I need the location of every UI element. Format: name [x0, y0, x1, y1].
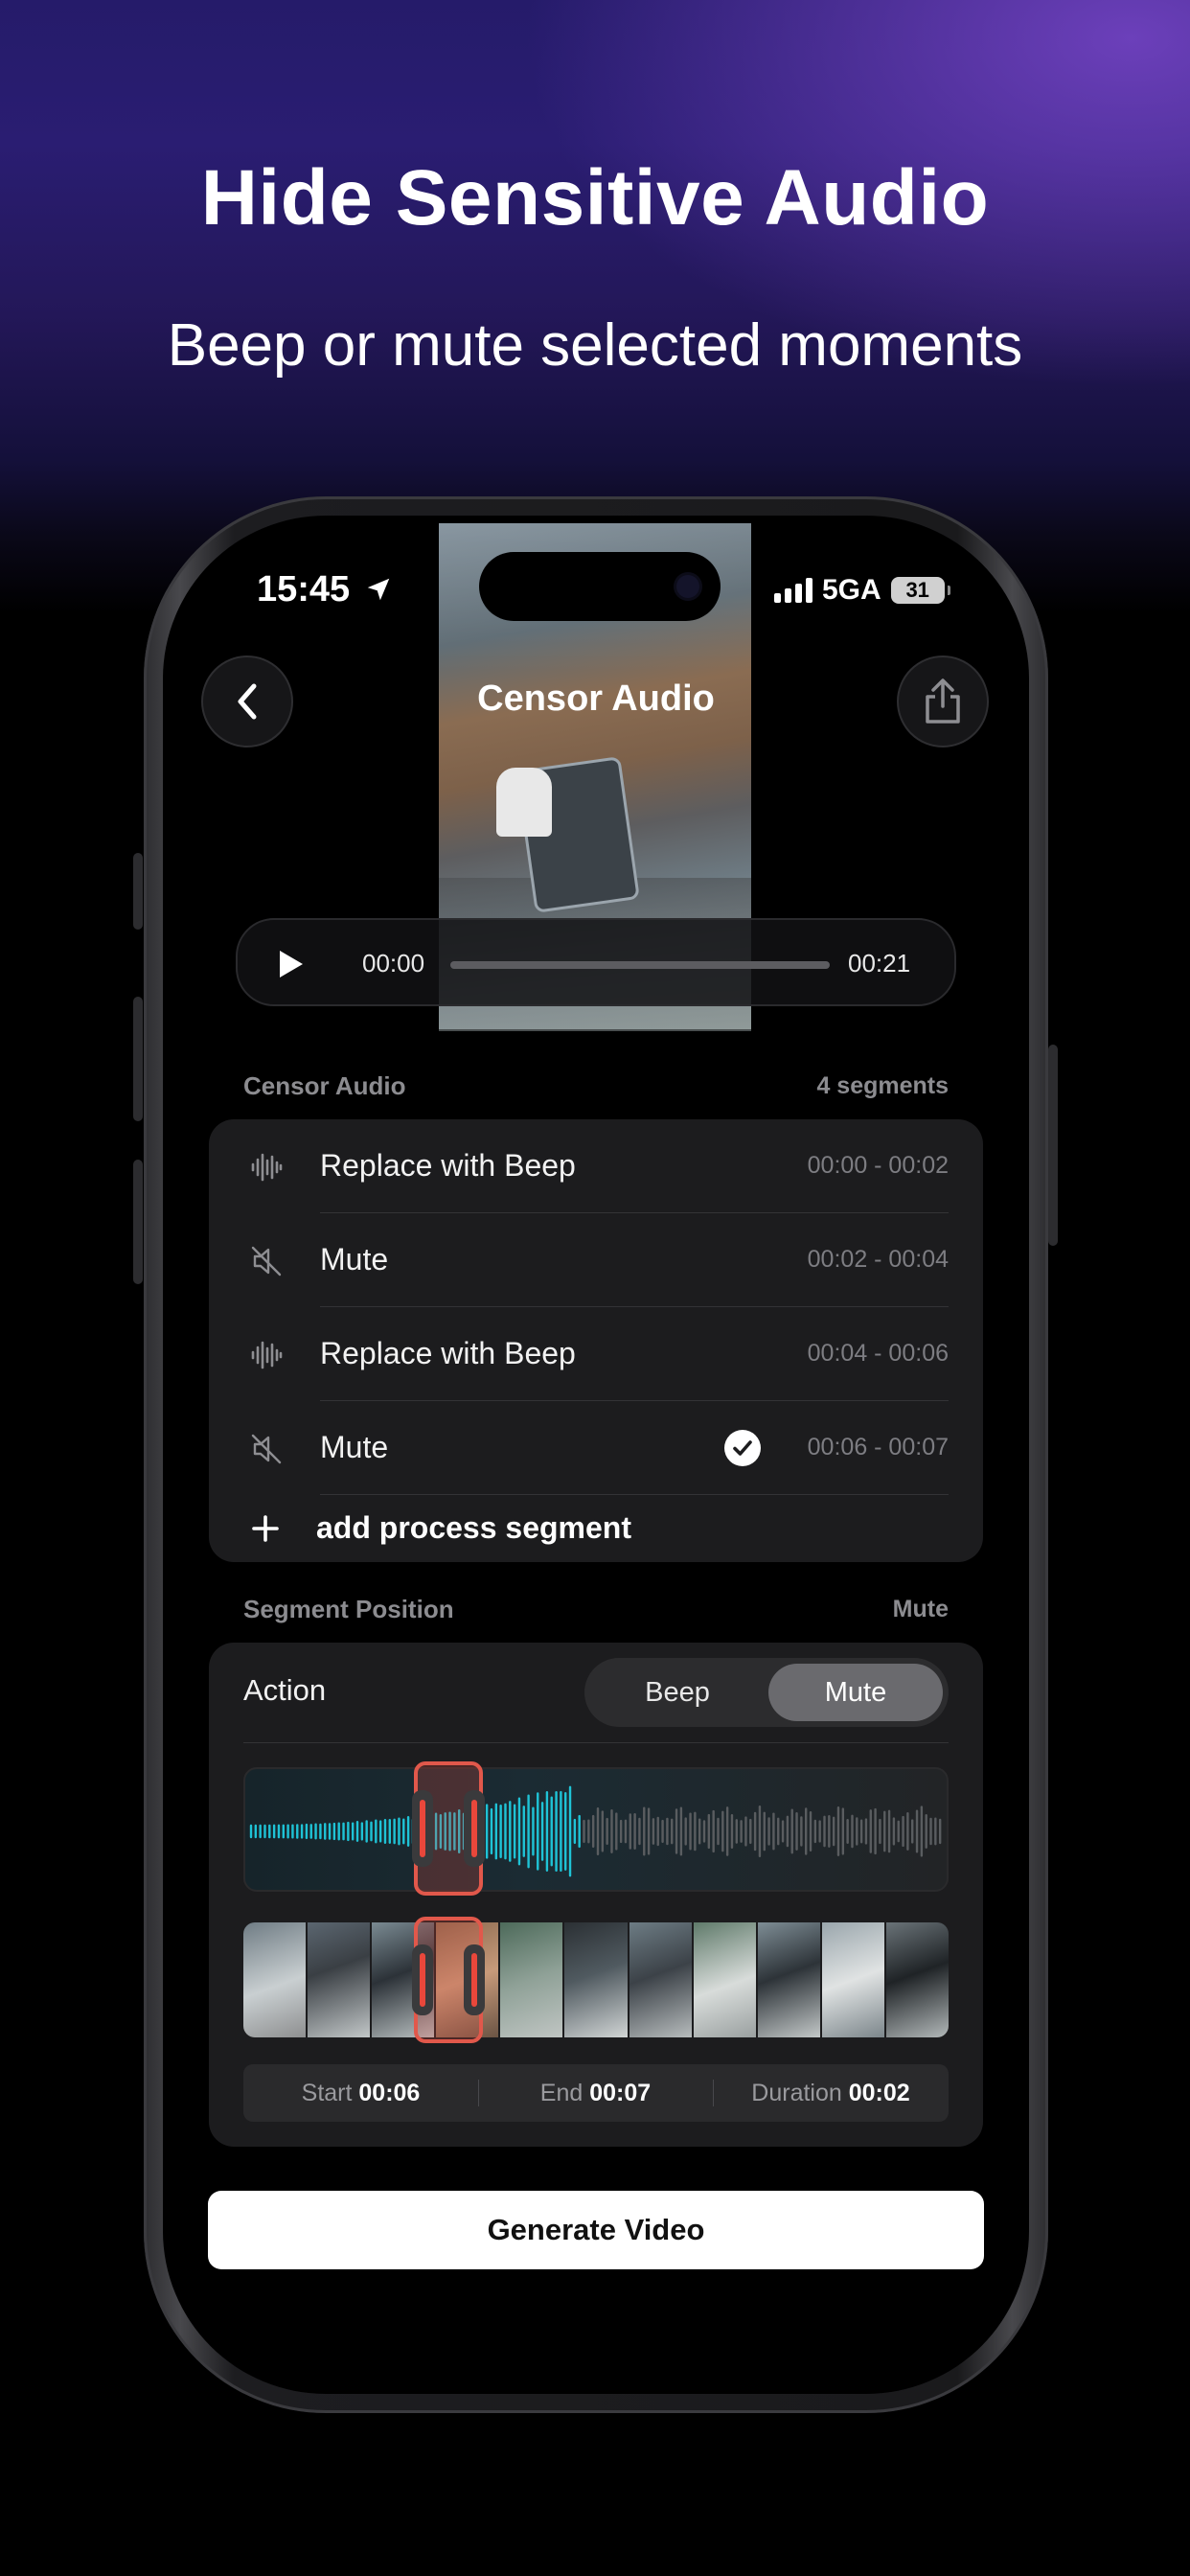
duration: Duration 00:02 [713, 2064, 949, 2122]
frames-range-handle[interactable] [412, 1917, 485, 2043]
player-current-time: 00:00 [362, 949, 425, 978]
waveform-icon [251, 1341, 283, 1369]
share-icon [926, 678, 960, 724]
video-frame [308, 1922, 373, 2037]
speaker-muted-icon [251, 1434, 282, 1464]
waveform-icon [251, 1153, 283, 1182]
video-frame [821, 1922, 886, 2037]
phone-screen: 15:45 5GA 31 Censor Audio 00:00 00:21 Ce… [163, 516, 1029, 2394]
censor-section-label: Censor Audio [243, 1071, 406, 1100]
video-frame [500, 1922, 565, 2037]
segment-position-card: Action Beep Mute Start 00:06 End 00:07 D… [209, 1643, 983, 2147]
audio-player: 00:00 00:21 [236, 918, 956, 1006]
video-frame [693, 1922, 758, 2037]
right-grip-handle[interactable] [464, 1790, 485, 1867]
player-progress-track[interactable] [450, 961, 830, 969]
generate-video-button[interactable]: Generate Video [208, 2191, 984, 2269]
subheadline: Beep or mute selected moments [167, 312, 1023, 379]
segments-card: Replace with Beep 00:00 - 00:02 Mute 00:… [209, 1119, 983, 1562]
add-segment-button[interactable]: add process segment [209, 1495, 983, 1562]
dynamic-island [479, 552, 721, 621]
video-frame [885, 1922, 949, 2037]
divider [243, 1742, 949, 1743]
volume-down-button [133, 1160, 143, 1284]
play-icon[interactable] [276, 949, 305, 979]
add-segment-label: add process segment [316, 1510, 631, 1545]
segment-count: 4 segments [816, 1072, 949, 1099]
action-label: Action [243, 1673, 327, 1707]
video-frame [564, 1922, 629, 2037]
segment-range: 00:06 - 00:07 [807, 1434, 949, 1460]
range-selector-handle[interactable] [412, 1761, 485, 1896]
segment-label: Mute [320, 1242, 389, 1276]
speaker-muted-icon [251, 1246, 282, 1276]
left-grip-handle[interactable] [412, 1790, 433, 1867]
segment-range: 00:00 - 00:02 [807, 1152, 949, 1179]
segment-range: 00:04 - 00:06 [807, 1340, 949, 1367]
video-camera-device [496, 768, 552, 837]
segment-row-selected[interactable]: Mute 00:06 - 00:07 [209, 1401, 983, 1495]
segment-row[interactable]: Mute 00:02 - 00:04 [209, 1213, 983, 1307]
segment-range: 00:02 - 00:04 [807, 1246, 949, 1273]
segment-label: Mute [320, 1430, 389, 1464]
status-indicators: 5GA 31 [774, 569, 950, 611]
end-label: End [539, 2080, 584, 2106]
share-button[interactable] [897, 656, 989, 748]
start-value: 00:06 [358, 2080, 421, 2106]
action-button [133, 853, 143, 930]
player-total-time: 00:21 [848, 949, 911, 978]
video-frame [629, 1922, 694, 2037]
end-time: End 00:07 [478, 2064, 713, 2122]
headline: Hide Sensitive Audio [200, 154, 990, 242]
camera-icon [676, 575, 699, 598]
battery-icon: 31 [890, 577, 950, 604]
left-grip-handle[interactable] [412, 1944, 433, 2016]
network-type: 5GA [822, 574, 881, 606]
duration-label: Duration [751, 2080, 842, 2106]
mute-option[interactable]: Mute [768, 1664, 943, 1721]
right-grip-handle[interactable] [464, 1944, 485, 2016]
position-section-label: Segment Position [243, 1595, 454, 1623]
waveform-bars [249, 1785, 942, 1877]
plus-icon [252, 1515, 279, 1542]
beep-option[interactable]: Beep [590, 1664, 765, 1721]
segment-time-info: Start 00:06 End 00:07 Duration 00:02 [243, 2064, 949, 2122]
duration-value: 00:02 [848, 2080, 910, 2106]
status-time: 15:45 [257, 569, 351, 610]
video-frame [757, 1922, 822, 2037]
segment-label: Replace with Beep [320, 1148, 576, 1183]
video-frame [243, 1922, 309, 2037]
start-time: Start 00:06 [243, 2064, 478, 2122]
action-segmented-control[interactable]: Beep Mute [584, 1658, 949, 1727]
checkmark-icon [724, 1430, 761, 1466]
position-mode: Mute [892, 1596, 949, 1622]
start-label: Start [301, 2080, 353, 2106]
location-arrow-icon [367, 578, 390, 601]
video-frames-strip[interactable] [243, 1922, 949, 2037]
segment-row[interactable]: Replace with Beep 00:00 - 00:02 [209, 1119, 983, 1213]
signal-icon [774, 578, 812, 603]
end-value: 00:07 [589, 2080, 652, 2106]
segment-row[interactable]: Replace with Beep 00:04 - 00:06 [209, 1307, 983, 1401]
segment-label: Replace with Beep [320, 1336, 576, 1370]
audio-waveform[interactable] [243, 1767, 949, 1892]
power-button [1048, 1045, 1058, 1246]
volume-up-button [133, 997, 143, 1121]
